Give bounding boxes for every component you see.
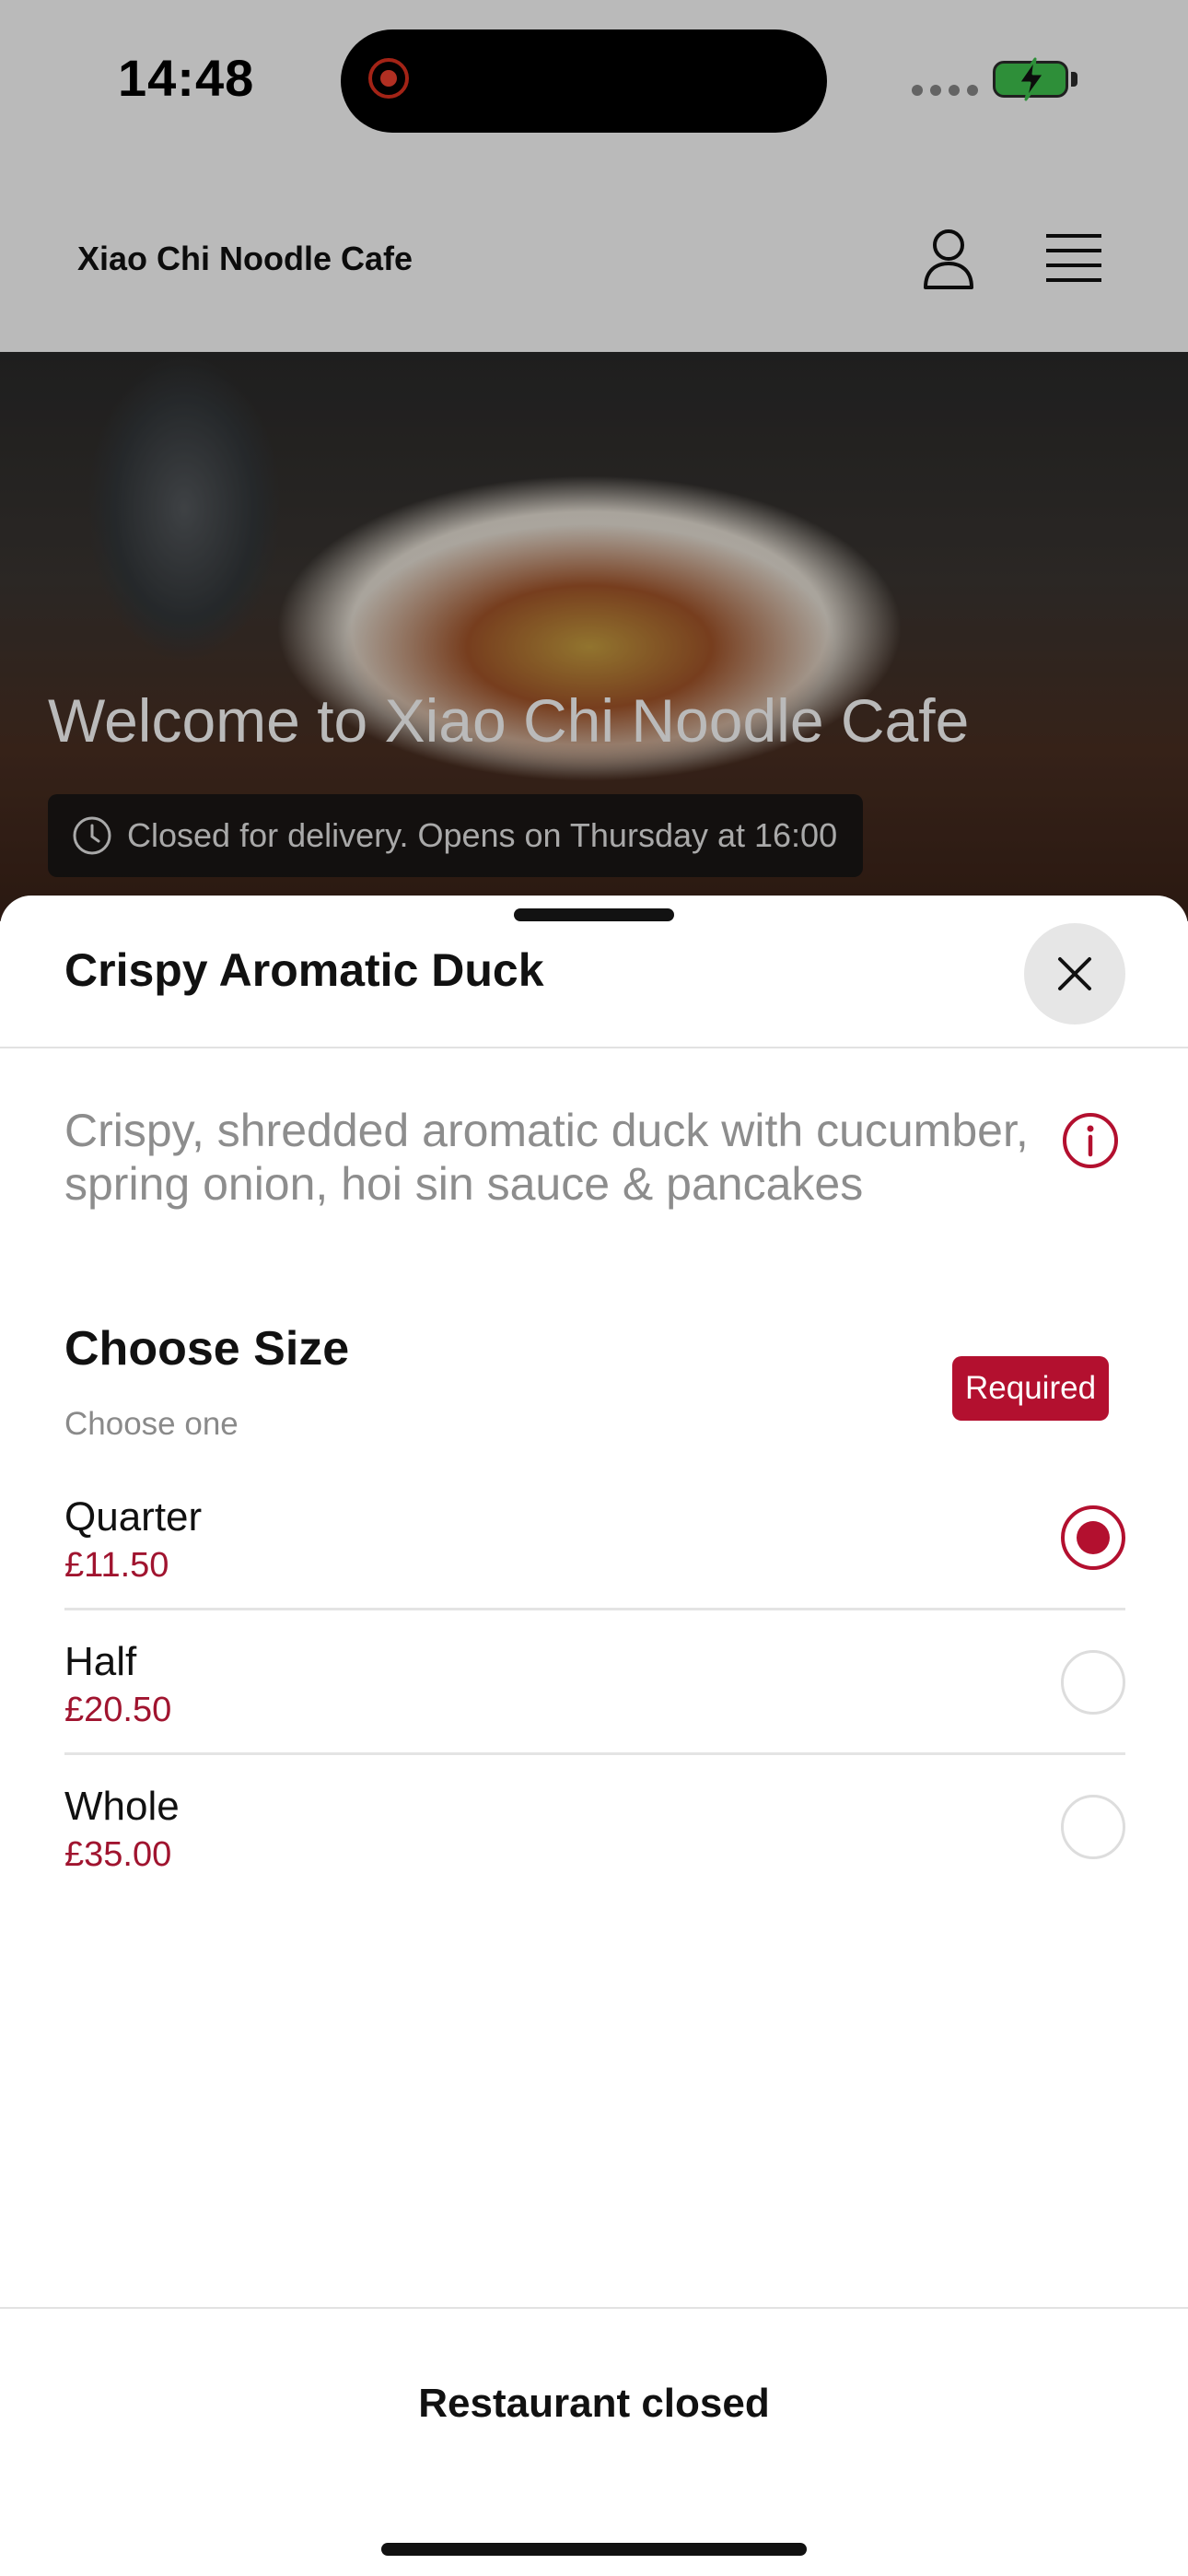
- option-price: £35.00: [64, 1835, 172, 1874]
- section-subtitle: Choose one: [64, 1406, 239, 1442]
- item-detail-sheet: Crispy Aromatic Duck Crispy, shredded ar…: [0, 896, 1188, 2576]
- option-name: Whole: [64, 1784, 180, 1829]
- info-icon[interactable]: [1061, 1111, 1120, 1170]
- radio-unselected[interactable]: [1061, 1795, 1125, 1859]
- close-icon: [1058, 957, 1091, 990]
- size-option-quarter[interactable]: Quarter £11.50: [64, 1467, 1125, 1610]
- size-option-whole[interactable]: Whole £35.00: [64, 1756, 1125, 1900]
- option-price: £11.50: [64, 1546, 169, 1585]
- background-page: 14:48 Xiao Chi Noodle Cafe Welcome to Xi…: [0, 0, 1188, 921]
- required-badge: Required: [952, 1356, 1110, 1421]
- radio-selected[interactable]: [1061, 1505, 1125, 1570]
- section-title: Choose Size: [64, 1322, 350, 1376]
- radio-unselected[interactable]: [1061, 1650, 1125, 1715]
- screen: 14:48 Xiao Chi Noodle Cafe Welcome to Xi…: [0, 0, 1188, 2576]
- close-button[interactable]: [1024, 923, 1125, 1025]
- restaurant-closed-label: Restaurant closed: [418, 2381, 770, 2426]
- size-option-half[interactable]: Half £20.50: [64, 1611, 1125, 1755]
- option-name: Half: [64, 1639, 137, 1684]
- modal-backdrop[interactable]: [0, 0, 1188, 921]
- item-title: Crispy Aromatic Duck: [64, 944, 544, 996]
- header-divider: [0, 1047, 1188, 1048]
- item-description: Crispy, shredded aromatic duck with cucu…: [64, 1105, 1029, 1210]
- sheet-grabber[interactable]: [514, 908, 674, 921]
- option-divider: [64, 1752, 1125, 1755]
- home-indicator: [381, 2543, 807, 2556]
- option-divider: [64, 1608, 1125, 1610]
- footer-divider: [0, 2307, 1188, 2309]
- option-price: £20.50: [64, 1691, 172, 1729]
- option-name: Quarter: [64, 1494, 203, 1540]
